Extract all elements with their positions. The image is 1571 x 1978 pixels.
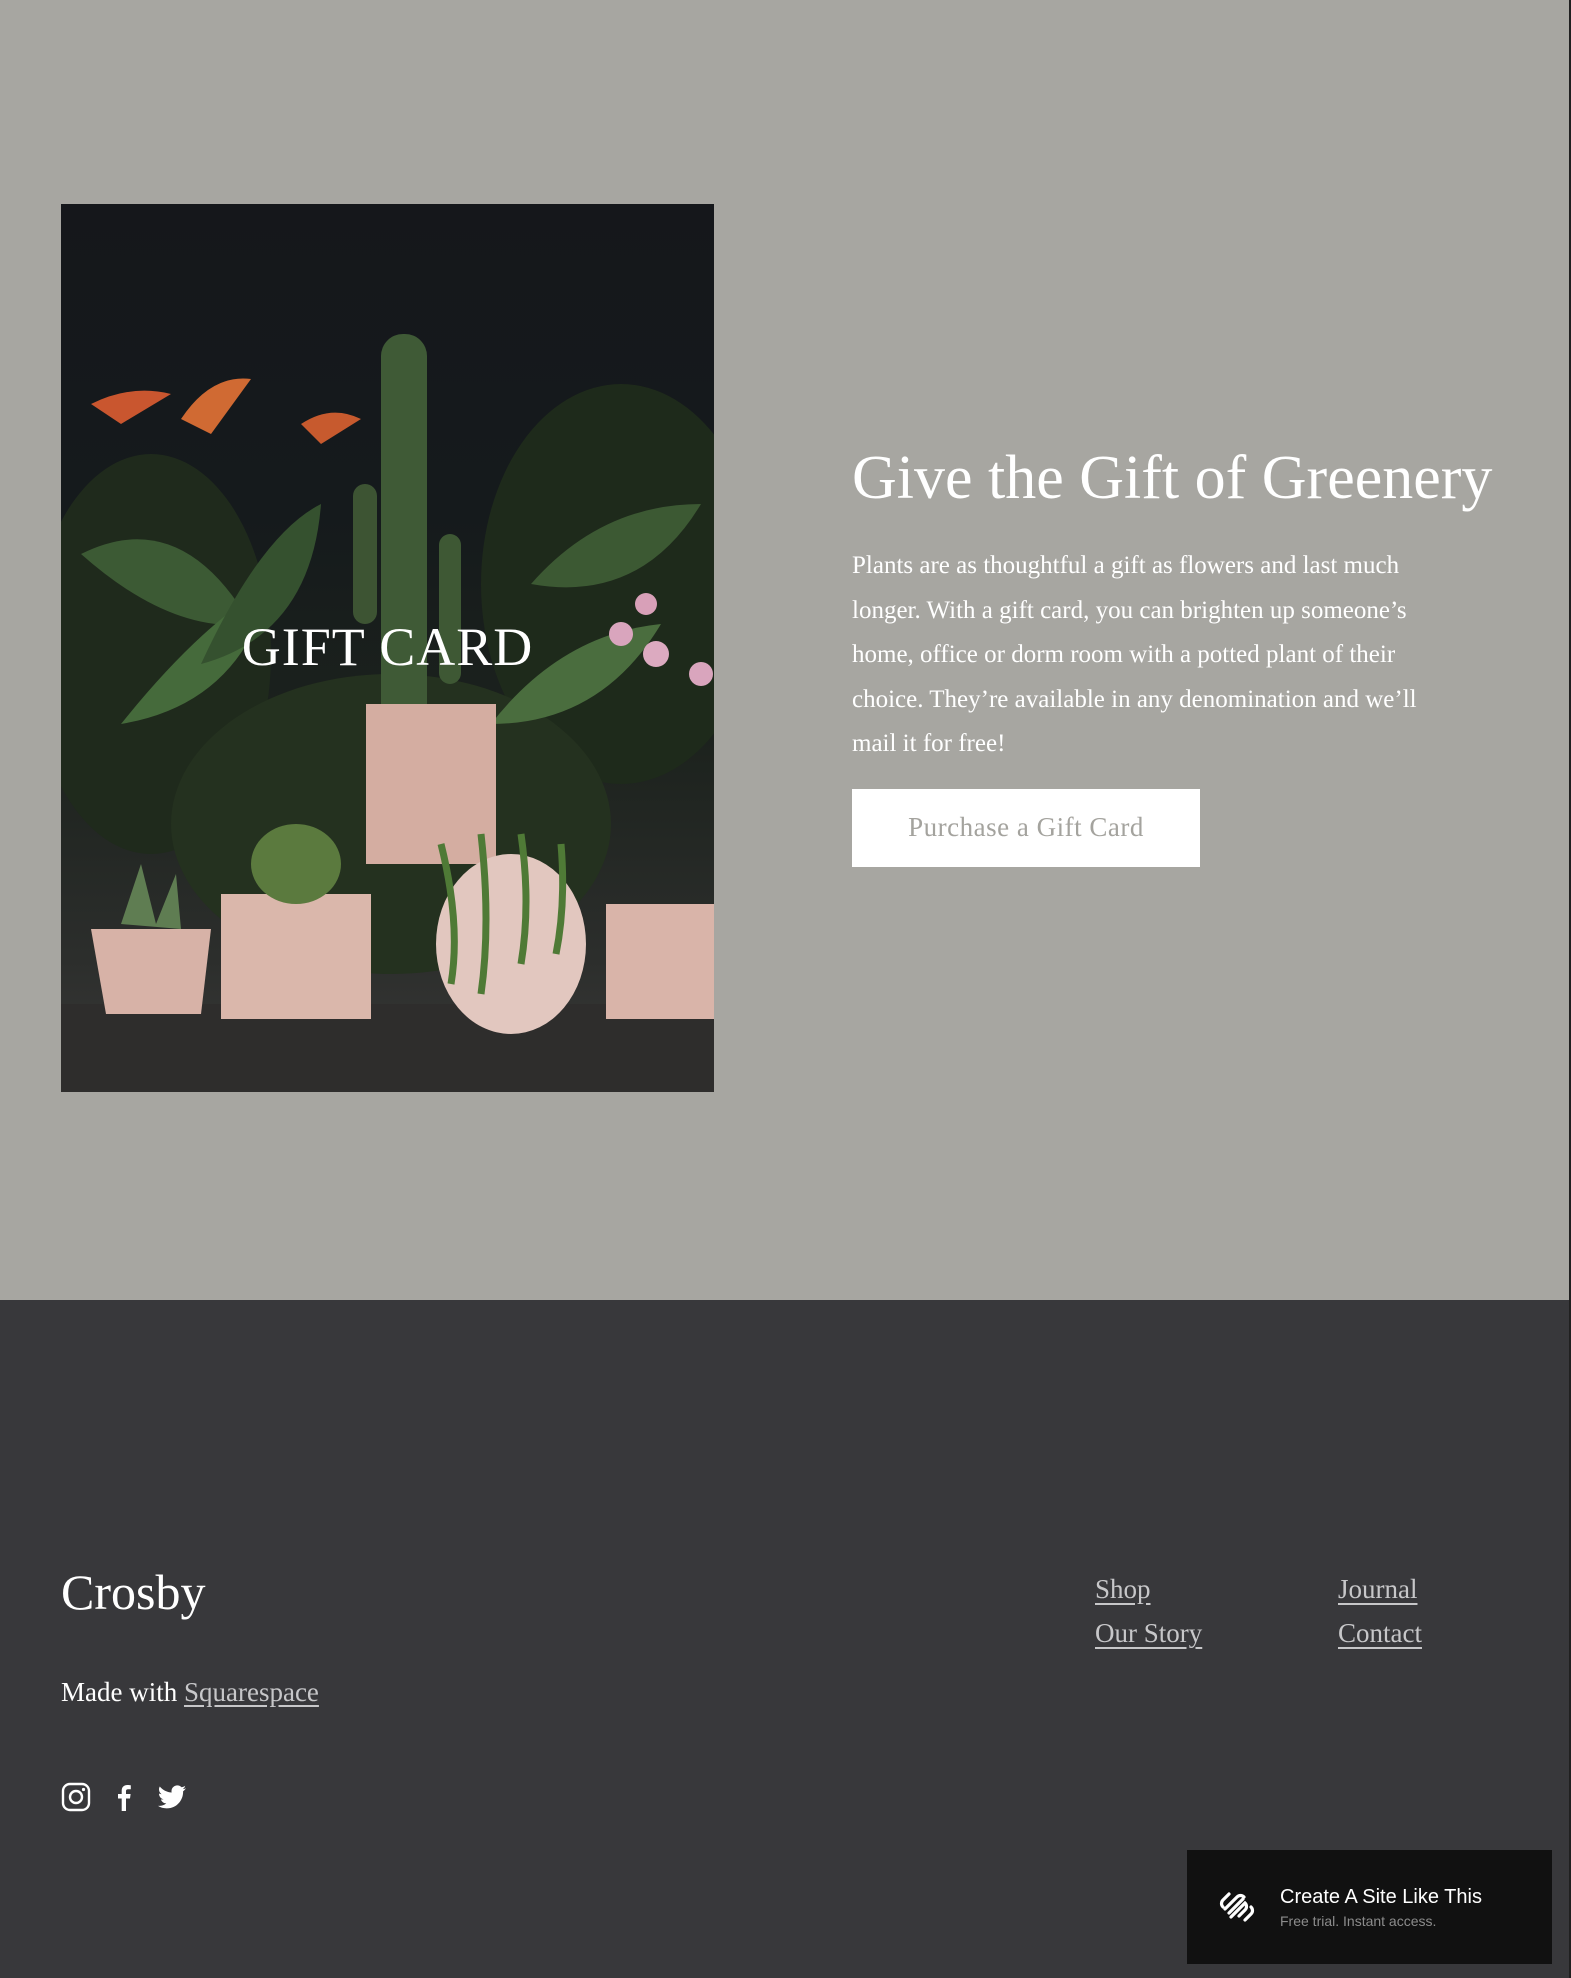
social-links [61,1782,187,1812]
footer-nav-column-1: Shop Our Story [1095,1567,1202,1655]
twitter-icon[interactable] [157,1782,187,1812]
purchase-gift-card-button[interactable]: Purchase a Gift Card [852,788,1200,867]
footer-nav-column-2: Journal Contact [1338,1567,1422,1655]
made-with-text: Made with Squarespace [61,1677,319,1708]
create-site-badge[interactable]: Create A Site Like This Free trial. Inst… [1187,1850,1552,1964]
footer-link-journal[interactable]: Journal [1338,1567,1422,1611]
squarespace-link[interactable]: Squarespace [184,1677,319,1707]
footer-link-our-story[interactable]: Our Story [1095,1611,1202,1655]
badge-text: Create A Site Like This Free trial. Inst… [1280,1886,1482,1929]
gift-card-label: GIFT CARD [241,617,534,677]
badge-title: Create A Site Like This [1280,1885,1482,1908]
badge-subtitle: Free trial. Instant access. [1280,1912,1437,1929]
promo-title: Give the Gift of Greenery [852,444,1493,512]
gift-card-image[interactable]: GIFT CARD [61,204,714,1092]
squarespace-logo-icon [1219,1892,1255,1922]
facebook-icon[interactable] [109,1782,139,1812]
made-with-prefix: Made with [61,1677,178,1707]
footer-brand-logo[interactable]: Crosby [61,1563,205,1621]
gift-card-section: GIFT CARD Give the Gift of Greenery Plan… [0,0,1569,1300]
footer-link-shop[interactable]: Shop [1095,1567,1202,1611]
footer-link-contact[interactable]: Contact [1338,1611,1422,1655]
promo-description: Plants are as thoughtful a gift as flowe… [852,552,1417,757]
promo-block: Give the Gift of Greenery Plants are as … [852,440,1493,867]
instagram-icon[interactable] [61,1782,91,1812]
